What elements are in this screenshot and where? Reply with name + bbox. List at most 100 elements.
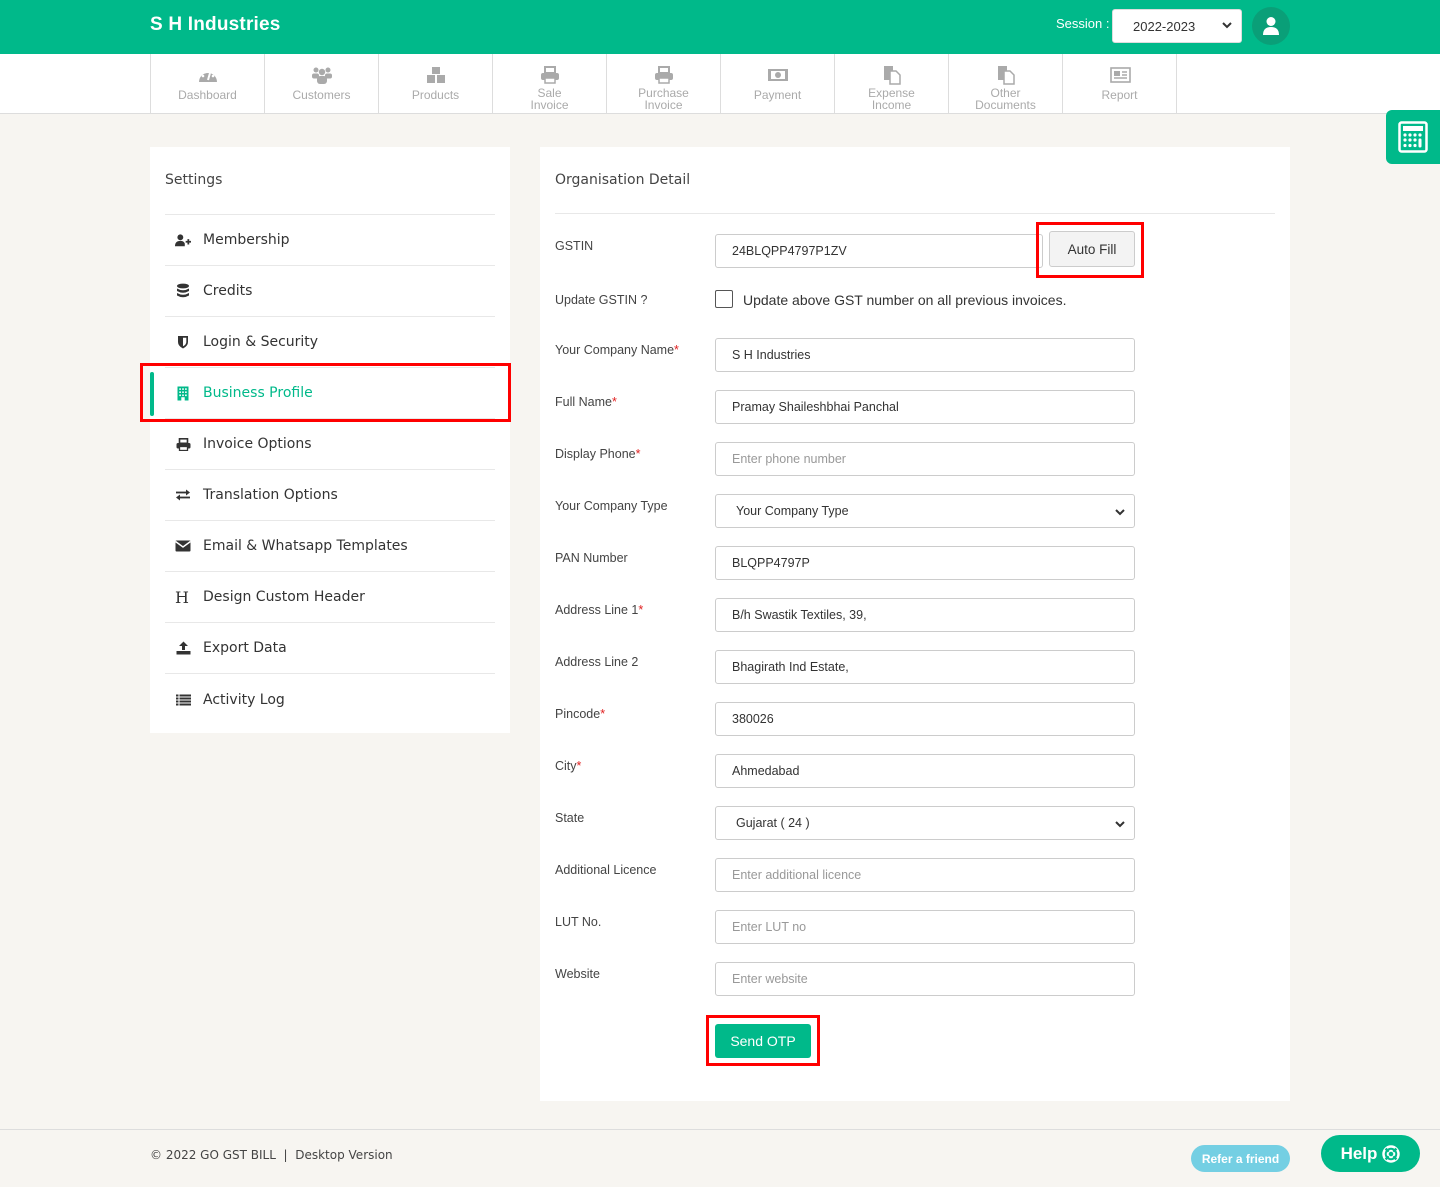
required-mark: * bbox=[576, 759, 582, 773]
label-text: PAN Number bbox=[555, 551, 628, 565]
additional-licence-label: Additional Licence bbox=[555, 863, 656, 877]
website-label: Website bbox=[555, 967, 600, 981]
display-phone-input[interactable] bbox=[715, 442, 1135, 476]
settings-item-label: Business Profile bbox=[203, 385, 313, 401]
top-bar: S H Industries Session : 2022-2023 bbox=[0, 0, 1440, 54]
settings-item-label: Membership bbox=[203, 232, 290, 248]
display-phone-label: Display Phone* bbox=[555, 447, 640, 461]
address-line-1-label: Address Line 1* bbox=[555, 603, 643, 617]
settings-item-credits[interactable]: Credits bbox=[165, 266, 495, 317]
footer-copyright: © 2022 GO GST BILL | Desktop Version bbox=[150, 1148, 393, 1162]
chevron-down-icon bbox=[1115, 821, 1125, 828]
documents-icon bbox=[881, 66, 903, 85]
nav-item-products[interactable]: Products bbox=[379, 54, 493, 113]
required-mark: * bbox=[600, 707, 606, 721]
brand-name[interactable]: S H Industries bbox=[150, 14, 281, 36]
full-name-label: Full Name* bbox=[555, 395, 617, 409]
nav-label: Dashboard bbox=[178, 88, 237, 102]
settings-item-translation-options[interactable]: Translation Options bbox=[165, 470, 495, 521]
user-avatar-button[interactable] bbox=[1252, 7, 1290, 45]
update-gstin-text[interactable]: Update above GST number on all previous … bbox=[743, 292, 1066, 308]
nav-item-other-documents[interactable]: Other Documents bbox=[949, 54, 1063, 113]
state-row: State Gujarat ( 24 ) bbox=[555, 806, 1275, 840]
label-text: Your Company Name bbox=[555, 343, 675, 357]
your-company-name-label: Your Company Name* bbox=[555, 343, 679, 357]
lut-no-input[interactable] bbox=[715, 910, 1135, 944]
main-nav: Dashboard Customers Products Sale Invoice Pu… bbox=[0, 54, 1440, 114]
list-icon bbox=[175, 692, 191, 708]
your-company-type-select[interactable]: Your Company Type bbox=[715, 494, 1135, 528]
settings-item-login-security[interactable]: Login & Security bbox=[165, 317, 495, 368]
full-name-input[interactable] bbox=[715, 390, 1135, 424]
full-name-row: Full Name* bbox=[555, 390, 1275, 424]
selected-value: Gujarat ( 24 ) bbox=[736, 816, 810, 830]
pincode-row: Pincode* bbox=[555, 702, 1275, 736]
lut-no-row: LUT No. bbox=[555, 910, 1275, 944]
update-gstin-checkbox[interactable] bbox=[715, 290, 733, 308]
settings-item-invoice-options[interactable]: Invoice Options bbox=[165, 419, 495, 470]
auto-fill-button[interactable]: Auto Fill bbox=[1049, 231, 1135, 267]
city-label: City* bbox=[555, 759, 581, 773]
address-line-1-input[interactable] bbox=[715, 598, 1135, 632]
nav-item-report[interactable]: Report bbox=[1063, 54, 1177, 113]
state-select[interactable]: Gujarat ( 24 ) bbox=[715, 806, 1135, 840]
help-button[interactable]: Help bbox=[1321, 1135, 1420, 1172]
website-input[interactable] bbox=[715, 962, 1135, 996]
selected-value: Your Company Type bbox=[736, 504, 849, 518]
your-company-name-row: Your Company Name* bbox=[555, 338, 1275, 372]
shield-icon bbox=[175, 334, 191, 350]
refer-friend-button[interactable]: Refer a friend bbox=[1191, 1145, 1290, 1172]
additional-licence-row: Additional Licence bbox=[555, 858, 1275, 892]
exchange-icon bbox=[175, 487, 191, 503]
gstin-input[interactable] bbox=[715, 234, 1043, 268]
nav-item-purchase-invoice[interactable]: Purchase Invoice bbox=[607, 54, 721, 113]
nav-label: Sale Invoice bbox=[530, 86, 569, 112]
cubes-icon bbox=[425, 66, 447, 84]
settings-item-membership[interactable]: Membership bbox=[165, 215, 495, 266]
your-company-type-label: Your Company Type bbox=[555, 499, 668, 513]
city-row: City* bbox=[555, 754, 1275, 788]
user-plus-icon bbox=[175, 232, 191, 248]
session-select[interactable]: 2022-2023 bbox=[1112, 9, 1242, 43]
active-indicator bbox=[150, 372, 154, 416]
newspaper-icon bbox=[1109, 66, 1131, 84]
nav-item-customers[interactable]: Customers bbox=[265, 54, 379, 113]
settings-item-label: Activity Log bbox=[203, 691, 285, 708]
label-text: LUT No. bbox=[555, 915, 602, 929]
settings-item-export-data[interactable]: Export Data bbox=[165, 623, 495, 674]
printer-icon bbox=[175, 436, 191, 452]
address-line-2-input[interactable] bbox=[715, 650, 1135, 684]
your-company-name-input[interactable] bbox=[715, 338, 1135, 372]
nav-label: Payment bbox=[753, 88, 802, 102]
nav-item-sale-invoice[interactable]: Sale Invoice bbox=[493, 54, 607, 113]
settings-item-label: Email & Whatsapp Templates bbox=[203, 538, 408, 554]
settings-panel: Settings Membership Credits Login & Securi… bbox=[150, 147, 510, 733]
settings-item-email-whatsapp-templates[interactable]: Email & Whatsapp Templates bbox=[165, 521, 495, 572]
settings-item-label: Export Data bbox=[203, 640, 287, 656]
nav-label: Other Documents bbox=[975, 86, 1036, 112]
nav-item-payment[interactable]: Payment bbox=[721, 54, 835, 113]
send-otp-button[interactable]: Send OTP bbox=[715, 1024, 811, 1058]
calculator-button[interactable] bbox=[1386, 110, 1440, 164]
svg-text:H: H bbox=[175, 590, 189, 604]
nav-item-expense-income[interactable]: Expense Income bbox=[835, 54, 949, 113]
label-text: Address Line 1 bbox=[555, 603, 639, 617]
nav-item-dashboard[interactable]: Dashboard bbox=[151, 54, 265, 113]
additional-licence-input[interactable] bbox=[715, 858, 1135, 892]
settings-item-design-custom-header[interactable]: H Design Custom Header bbox=[165, 572, 495, 623]
help-label: Help bbox=[1340, 1143, 1378, 1163]
settings-item-label: Translation Options bbox=[203, 487, 338, 503]
pan-number-input[interactable] bbox=[715, 546, 1135, 580]
pincode-input[interactable] bbox=[715, 702, 1135, 736]
chevron-down-icon bbox=[1115, 509, 1125, 516]
calculator-icon bbox=[1398, 121, 1428, 153]
settings-item-activity-log[interactable]: Activity Log bbox=[165, 674, 495, 725]
gstin-row: GSTIN bbox=[555, 234, 1275, 268]
settings-item-business-profile[interactable]: Business Profile bbox=[150, 368, 495, 419]
pan-number-label: PAN Number bbox=[555, 551, 628, 565]
state-label: State bbox=[555, 811, 584, 825]
city-input[interactable] bbox=[715, 754, 1135, 788]
session-value: 2022-2023 bbox=[1133, 18, 1196, 34]
required-mark: * bbox=[611, 395, 617, 409]
building-icon bbox=[175, 385, 191, 401]
